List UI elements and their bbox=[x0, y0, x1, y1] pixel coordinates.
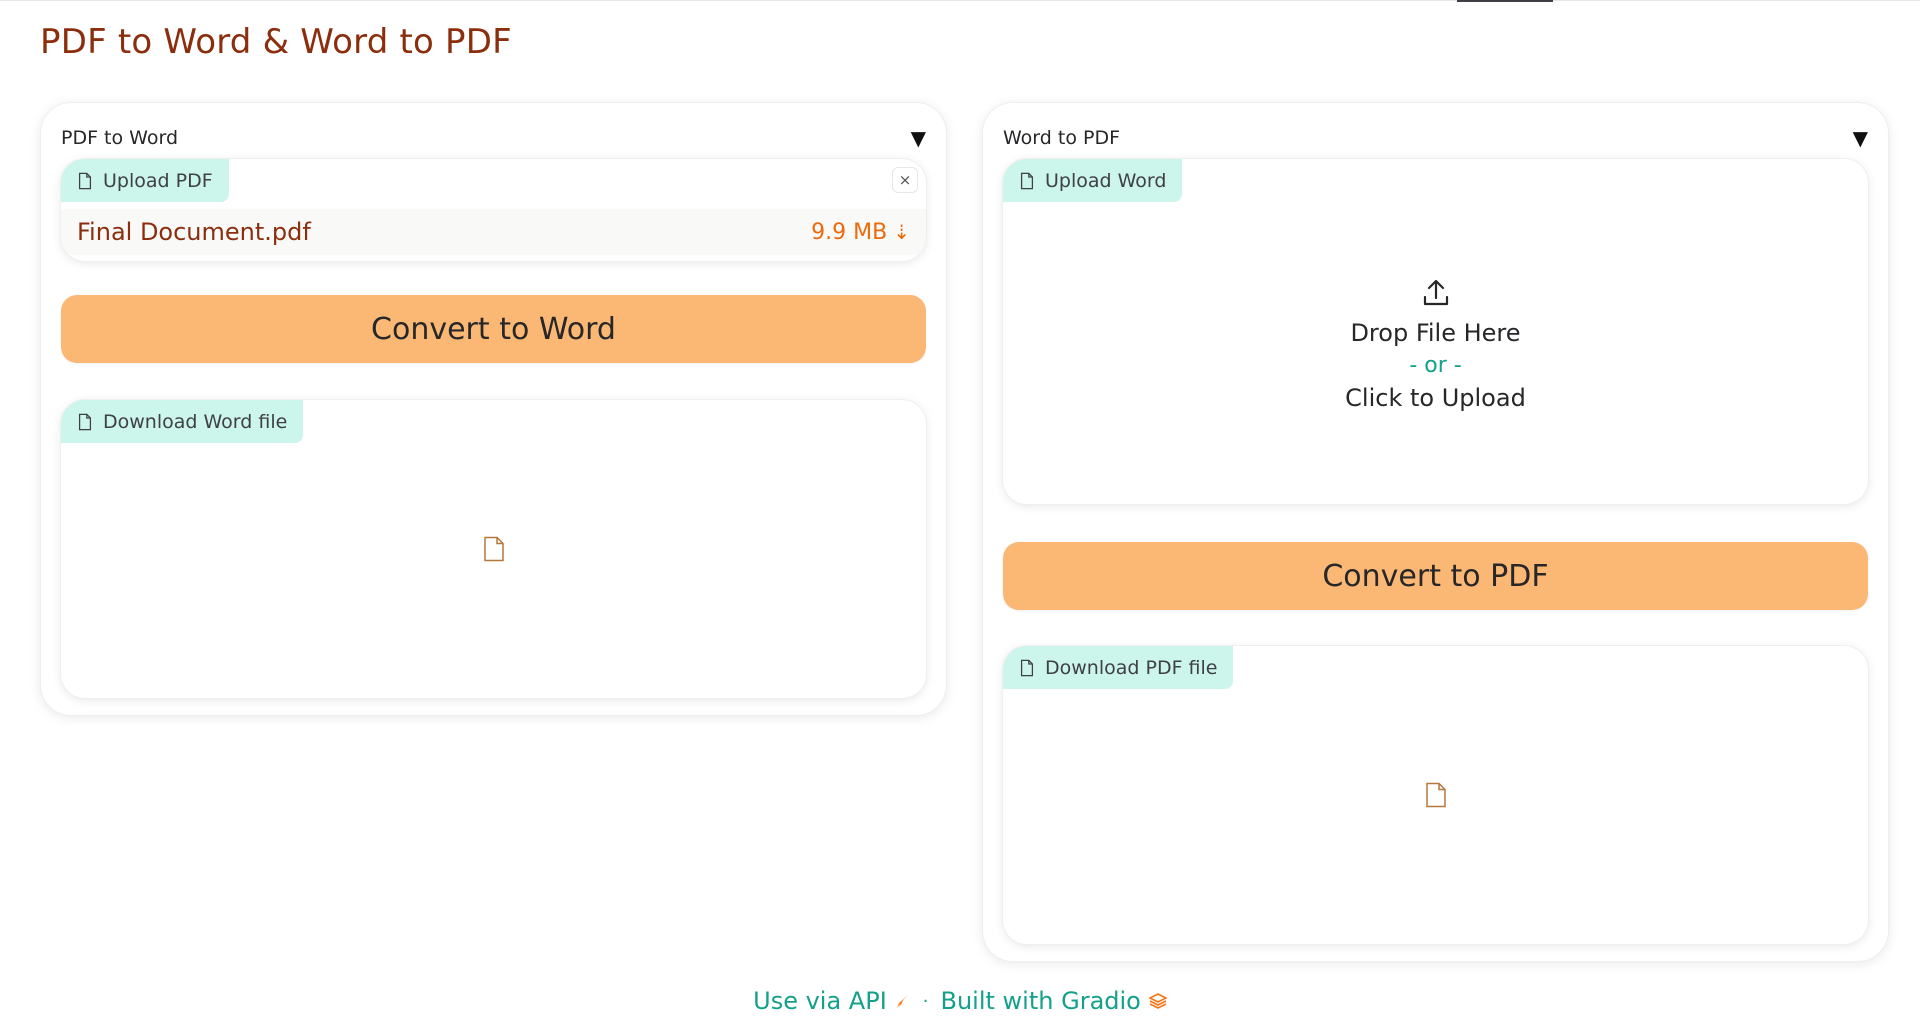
drop-file-text: Drop File Here bbox=[1350, 319, 1521, 347]
convert-to-pdf-button[interactable]: Convert to PDF bbox=[1003, 542, 1868, 610]
empty-file-icon bbox=[1425, 782, 1446, 808]
footer-separator: · bbox=[922, 990, 929, 1012]
file-size: 9.9 MB bbox=[811, 219, 888, 245]
file-icon bbox=[1020, 659, 1034, 676]
file-icon bbox=[78, 172, 92, 189]
convert-to-word-button[interactable]: Convert to Word bbox=[61, 295, 926, 363]
tab-indicator bbox=[1457, 0, 1553, 2]
word-to-pdf-panel: Word to PDF ▼ Upload Word Drop File Here… bbox=[983, 103, 1888, 961]
uploaded-file-row[interactable]: Final Document.pdf 9.9 MB ⇣ bbox=[61, 209, 926, 255]
upload-word-dropzone[interactable]: Upload Word Drop File Here - or - Click … bbox=[1003, 159, 1868, 504]
page-title: PDF to Word & Word to PDF bbox=[40, 22, 512, 62]
download-word-file-component: Download Word file bbox=[61, 400, 926, 698]
caret-down-icon: ▼ bbox=[910, 126, 926, 150]
file-icon bbox=[78, 413, 92, 430]
file-size-download-link[interactable]: 9.9 MB ⇣ bbox=[811, 220, 910, 245]
accordion-label: Word to PDF bbox=[1003, 127, 1121, 149]
clear-file-button[interactable]: × bbox=[892, 167, 918, 193]
file-icon bbox=[1020, 172, 1034, 189]
download-arrow-icon: ⇣ bbox=[893, 220, 910, 244]
top-divider bbox=[0, 0, 1920, 1]
word-to-pdf-accordion-header[interactable]: Word to PDF ▼ bbox=[1003, 123, 1868, 153]
click-to-upload-text: Click to Upload bbox=[1345, 384, 1526, 412]
upload-word-label: Upload Word bbox=[1003, 159, 1183, 202]
upload-icon bbox=[1423, 279, 1448, 306]
pdf-to-word-accordion-header[interactable]: PDF to Word ▼ bbox=[61, 123, 926, 153]
download-word-label: Download Word file bbox=[61, 400, 304, 443]
file-name: Final Document.pdf bbox=[77, 218, 311, 246]
accordion-label: PDF to Word bbox=[61, 127, 179, 149]
rocket-icon bbox=[896, 995, 908, 1007]
download-pdf-file-component: Download PDF file bbox=[1003, 646, 1868, 944]
or-separator: - or - bbox=[1409, 353, 1462, 378]
use-via-api-link[interactable]: Use via API bbox=[753, 987, 911, 1015]
upload-pdf-component: Upload PDF × Final Document.pdf 9.9 MB ⇣ bbox=[61, 159, 926, 261]
caret-down-icon: ▼ bbox=[1852, 126, 1868, 150]
gradio-logo-icon bbox=[1148, 993, 1167, 1009]
download-pdf-label: Download PDF file bbox=[1003, 646, 1234, 689]
upload-pdf-label: Upload PDF bbox=[61, 159, 229, 202]
pdf-to-word-panel: PDF to Word ▼ Upload PDF × Final Documen… bbox=[41, 103, 946, 715]
built-with-gradio-link[interactable]: Built with Gradio bbox=[941, 987, 1167, 1015]
footer: Use via API · Built with Gradio bbox=[0, 987, 1920, 1015]
drop-area[interactable]: Drop File Here - or - Click to Upload bbox=[1003, 277, 1868, 412]
empty-file-icon bbox=[483, 536, 504, 562]
